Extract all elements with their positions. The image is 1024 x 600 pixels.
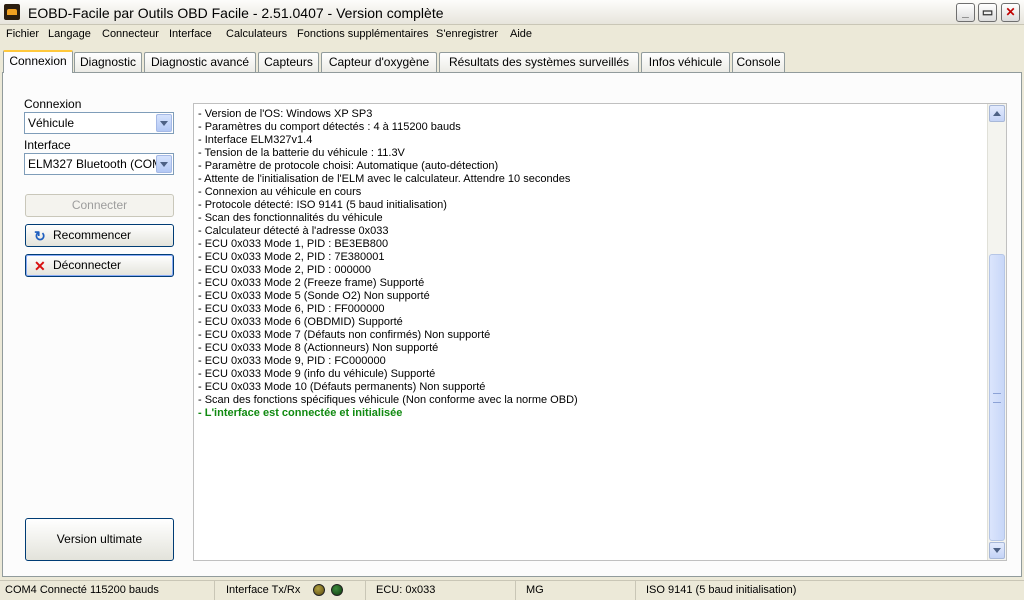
tab-connexion[interactable]: Connexion [3, 50, 73, 73]
chevron-down-icon[interactable] [156, 155, 172, 173]
menu-langage[interactable]: Langage [48, 28, 91, 40]
log-line: - ECU 0x033 Mode 10 (Défauts permanents)… [198, 381, 486, 393]
status-txrx: Interface Tx/Rx [221, 581, 366, 600]
connect-button[interactable]: Connecter [25, 194, 174, 217]
menu-connecteur[interactable]: Connecteur [102, 28, 159, 40]
log-line: - Paramètres du comport détectés : 4 à 1… [198, 121, 461, 133]
ultimate-version-button[interactable]: Version ultimate [25, 518, 174, 561]
menu-fonctions-supplementaires[interactable]: Fonctions supplémentaires [297, 28, 428, 40]
minimize-button[interactable]: _ [956, 3, 975, 22]
red-x-icon: ✕ [34, 258, 46, 274]
tab-diagnostic[interactable]: Diagnostic [74, 52, 142, 72]
menu-aide[interactable]: Aide [510, 28, 532, 40]
log-line: - ECU 0x033 Mode 9 (info du véhicule) Su… [198, 368, 436, 380]
menu-calculateurs[interactable]: Calculateurs [226, 28, 287, 40]
log-line: - ECU 0x033 Mode 2, PID : 7E380001 [198, 251, 385, 263]
log-line: - ECU 0x033 Mode 5 (Sonde O2) Non suppor… [198, 290, 430, 302]
disconnect-button[interactable]: ✕ Déconnecter [25, 254, 174, 277]
log-line: - Connexion au véhicule en cours [198, 186, 362, 198]
log-line: - Scan des fonctions spécifiques véhicul… [198, 394, 578, 406]
status-mg: MG [521, 581, 636, 600]
chevron-down-icon[interactable] [156, 114, 172, 132]
status-bar: COM4 Connecté 115200 bauds Interface Tx/… [0, 580, 1024, 600]
interface-label: Interface [24, 138, 71, 152]
log-line: - Paramètre de protocole choisi: Automat… [198, 160, 499, 172]
log-line: - Protocole détecté: ISO 9141 (5 baud in… [198, 199, 447, 211]
menu-bar: Fichier Langage Connecteur Interface Cal… [0, 25, 1024, 45]
grip-icon [993, 393, 1001, 403]
window-title: EOBD-Facile par Outils OBD Facile - 2.51… [28, 5, 444, 21]
tab-infos-vehicule[interactable]: Infos véhicule [641, 52, 730, 72]
restart-button-label: Recommencer [53, 228, 132, 242]
tab-resultats-systemes[interactable]: Résultats des systèmes surveillés [439, 52, 639, 72]
engine-icon [4, 4, 20, 20]
tab-diagnostic-avance[interactable]: Diagnostic avancé [144, 52, 256, 72]
maximize-button[interactable]: ▭ [978, 3, 997, 22]
disconnect-button-label: Déconnecter [53, 258, 122, 272]
log-line: - L'interface est connectée et initialis… [198, 407, 403, 419]
log-output[interactable]: - Version de l'OS: Windows XP SP3- Param… [193, 103, 1007, 561]
close-button[interactable]: ✕ [1001, 3, 1020, 22]
status-ecu: ECU: 0x033 [371, 581, 516, 600]
log-line: - Interface ELM327v1.4 [198, 134, 313, 146]
interface-select-value: ELM327 Bluetooth (COM4) [28, 157, 173, 171]
log-line: - ECU 0x033 Mode 6, PID : FF000000 [198, 303, 385, 315]
log-line: - ECU 0x033 Mode 6 (OBDMID) Supporté [198, 316, 403, 328]
tab-strip: Connexion Diagnostic Diagnostic avancé C… [0, 50, 1024, 73]
title-bar[interactable]: EOBD-Facile par Outils OBD Facile - 2.51… [0, 0, 1024, 25]
tx-led-icon [313, 584, 325, 596]
log-lines: - Version de l'OS: Windows XP SP3- Param… [198, 108, 983, 420]
log-line: - ECU 0x033 Mode 2 (Freeze frame) Suppor… [198, 277, 425, 289]
connexion-label: Connexion [24, 97, 82, 111]
log-line: - Scan des fonctionnalités du véhicule [198, 212, 383, 224]
status-protocol: ISO 9141 (5 baud initialisation) [646, 584, 797, 596]
log-line: - Version de l'OS: Windows XP SP3 [198, 108, 373, 120]
vertical-scrollbar[interactable] [987, 104, 1006, 560]
log-line: - Attente de l'initialisation de l'ELM a… [198, 173, 571, 185]
tab-capteur-oxygene[interactable]: Capteur d'oxygène [321, 52, 437, 72]
scroll-thumb[interactable] [989, 254, 1005, 541]
refresh-icon: ↻ [34, 228, 46, 244]
interface-select[interactable]: ELM327 Bluetooth (COM4) [24, 153, 174, 175]
scroll-up-button[interactable] [989, 105, 1005, 122]
log-line: - ECU 0x033 Mode 8 (Actionneurs) Non sup… [198, 342, 439, 354]
log-line: - ECU 0x033 Mode 9, PID : FC000000 [198, 355, 386, 367]
scroll-down-button[interactable] [989, 542, 1005, 559]
rx-led-icon [331, 584, 343, 596]
connexion-select-value: Véhicule [28, 116, 75, 130]
tab-capteurs[interactable]: Capteurs [258, 52, 319, 72]
log-line: - ECU 0x033 Mode 2, PID : 000000 [198, 264, 372, 276]
connexion-select[interactable]: Véhicule [24, 112, 174, 134]
menu-senregistrer[interactable]: S'enregistrer [436, 28, 498, 40]
menu-fichier[interactable]: Fichier [6, 28, 39, 40]
log-line: - ECU 0x033 Mode 1, PID : BE3EB800 [198, 238, 389, 250]
tab-console[interactable]: Console [732, 52, 785, 72]
menu-interface[interactable]: Interface [169, 28, 212, 40]
status-port: COM4 Connecté 115200 bauds [0, 581, 215, 600]
log-line: - Calculateur détecté à l'adresse 0x033 [198, 225, 389, 237]
log-line: - ECU 0x033 Mode 7 (Défauts non confirmé… [198, 329, 491, 341]
log-line: - Tension de la batterie du véhicule : 1… [198, 147, 405, 159]
restart-button[interactable]: ↻ Recommencer [25, 224, 174, 247]
